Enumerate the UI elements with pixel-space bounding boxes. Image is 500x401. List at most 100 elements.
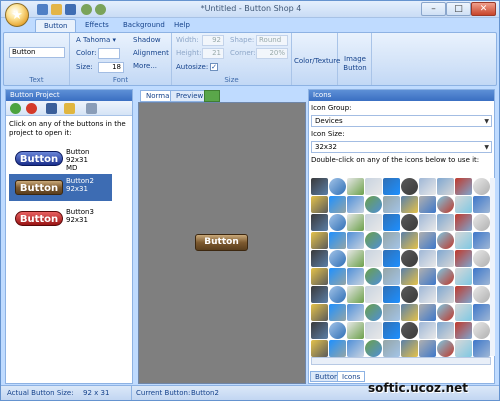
- device-icon[interactable]: [329, 268, 346, 285]
- device-icon[interactable]: [365, 340, 382, 357]
- save-icon[interactable]: [65, 4, 76, 15]
- device-icon[interactable]: [473, 196, 490, 213]
- device-icon[interactable]: [311, 214, 328, 231]
- device-icon[interactable]: [401, 322, 418, 339]
- vertical-scrollbar[interactable]: [490, 178, 495, 356]
- device-icon[interactable]: [419, 322, 436, 339]
- device-icon[interactable]: [455, 322, 472, 339]
- canvas-button-preview[interactable]: Button: [195, 234, 248, 251]
- device-icon[interactable]: [473, 340, 490, 357]
- device-icon[interactable]: [347, 214, 364, 231]
- corner-input[interactable]: 20%: [256, 48, 288, 59]
- device-icon[interactable]: [383, 196, 400, 213]
- maximize-button[interactable]: □: [446, 2, 471, 16]
- device-icon[interactable]: [365, 322, 382, 339]
- device-icon[interactable]: [365, 286, 382, 303]
- device-icon[interactable]: [365, 232, 382, 249]
- device-icon[interactable]: [347, 340, 364, 357]
- device-icon[interactable]: [455, 232, 472, 249]
- device-icon[interactable]: [455, 178, 472, 195]
- device-icon[interactable]: [365, 196, 382, 213]
- device-icon[interactable]: [347, 250, 364, 267]
- device-icon[interactable]: [365, 214, 382, 231]
- save-icon[interactable]: [46, 103, 57, 114]
- device-icon[interactable]: [347, 232, 364, 249]
- calculator-icon[interactable]: [86, 103, 97, 114]
- device-icon[interactable]: [347, 178, 364, 195]
- device-icon[interactable]: [401, 268, 418, 285]
- device-icon[interactable]: [365, 250, 382, 267]
- width-input[interactable]: 92: [202, 35, 224, 46]
- device-icon[interactable]: [329, 340, 346, 357]
- device-icon[interactable]: [473, 322, 490, 339]
- device-icon[interactable]: [401, 286, 418, 303]
- device-icon[interactable]: [401, 250, 418, 267]
- device-icon[interactable]: [455, 268, 472, 285]
- device-icon[interactable]: [473, 214, 490, 231]
- device-icon[interactable]: [311, 286, 328, 303]
- tab-icons[interactable]: Icons: [337, 371, 366, 382]
- device-icon[interactable]: [383, 178, 400, 195]
- device-icon[interactable]: [311, 250, 328, 267]
- color-texture-button[interactable]: Color/Texture: [294, 57, 340, 66]
- device-icon[interactable]: [401, 178, 418, 195]
- device-icon[interactable]: [437, 214, 454, 231]
- device-icon[interactable]: [311, 304, 328, 321]
- device-icon[interactable]: [365, 178, 382, 195]
- device-icon[interactable]: [455, 304, 472, 321]
- height-input[interactable]: 21: [202, 48, 224, 59]
- export-icon[interactable]: [204, 90, 220, 102]
- device-icon[interactable]: [473, 286, 490, 303]
- device-icon[interactable]: [347, 322, 364, 339]
- device-icon[interactable]: [383, 268, 400, 285]
- device-icon[interactable]: [383, 286, 400, 303]
- device-icon[interactable]: [383, 340, 400, 357]
- icon-group-select[interactable]: Devices ▼: [311, 115, 492, 127]
- device-icon[interactable]: [329, 250, 346, 267]
- device-icon[interactable]: [365, 268, 382, 285]
- tab-help[interactable]: Help: [166, 19, 198, 32]
- font-family-select[interactable]: A Tahoma ▾: [76, 36, 116, 45]
- open-icon[interactable]: [51, 4, 62, 15]
- device-icon[interactable]: [419, 178, 436, 195]
- device-icon[interactable]: [437, 232, 454, 249]
- device-icon[interactable]: [419, 304, 436, 321]
- device-icon[interactable]: [419, 232, 436, 249]
- device-icon[interactable]: [419, 286, 436, 303]
- device-icon[interactable]: [437, 304, 454, 321]
- device-icon[interactable]: [419, 250, 436, 267]
- font-color-picker[interactable]: [98, 48, 120, 59]
- device-icon[interactable]: [329, 304, 346, 321]
- tab-effects[interactable]: Effects: [77, 19, 117, 32]
- device-icon[interactable]: [419, 340, 436, 357]
- device-icon[interactable]: [311, 178, 328, 195]
- device-icon[interactable]: [347, 196, 364, 213]
- device-icon[interactable]: [311, 268, 328, 285]
- design-canvas[interactable]: Button: [138, 102, 306, 384]
- device-icon[interactable]: [365, 304, 382, 321]
- device-icon[interactable]: [455, 286, 472, 303]
- device-icon[interactable]: [473, 268, 490, 285]
- button-list-item[interactable]: Button Button3 92x31: [9, 205, 112, 232]
- device-icon[interactable]: [473, 232, 490, 249]
- more-button[interactable]: More...: [133, 62, 157, 71]
- device-icon[interactable]: [455, 196, 472, 213]
- device-icon[interactable]: [347, 304, 364, 321]
- font-size-input[interactable]: 18: [98, 62, 124, 73]
- device-icon[interactable]: [401, 232, 418, 249]
- device-icon[interactable]: [455, 214, 472, 231]
- device-icon[interactable]: [347, 268, 364, 285]
- device-icon[interactable]: [329, 178, 346, 195]
- wand-icon[interactable]: [64, 103, 75, 114]
- device-icon[interactable]: [455, 250, 472, 267]
- device-icon[interactable]: [437, 268, 454, 285]
- shadow-button[interactable]: Shadow: [133, 36, 161, 45]
- device-icon[interactable]: [437, 178, 454, 195]
- device-icon[interactable]: [383, 322, 400, 339]
- undo-icon[interactable]: [81, 4, 92, 15]
- redo-icon[interactable]: [95, 4, 106, 15]
- app-menu-button[interactable]: ★: [5, 3, 29, 27]
- device-icon[interactable]: [473, 178, 490, 195]
- device-icon[interactable]: [437, 322, 454, 339]
- device-icon[interactable]: [437, 250, 454, 267]
